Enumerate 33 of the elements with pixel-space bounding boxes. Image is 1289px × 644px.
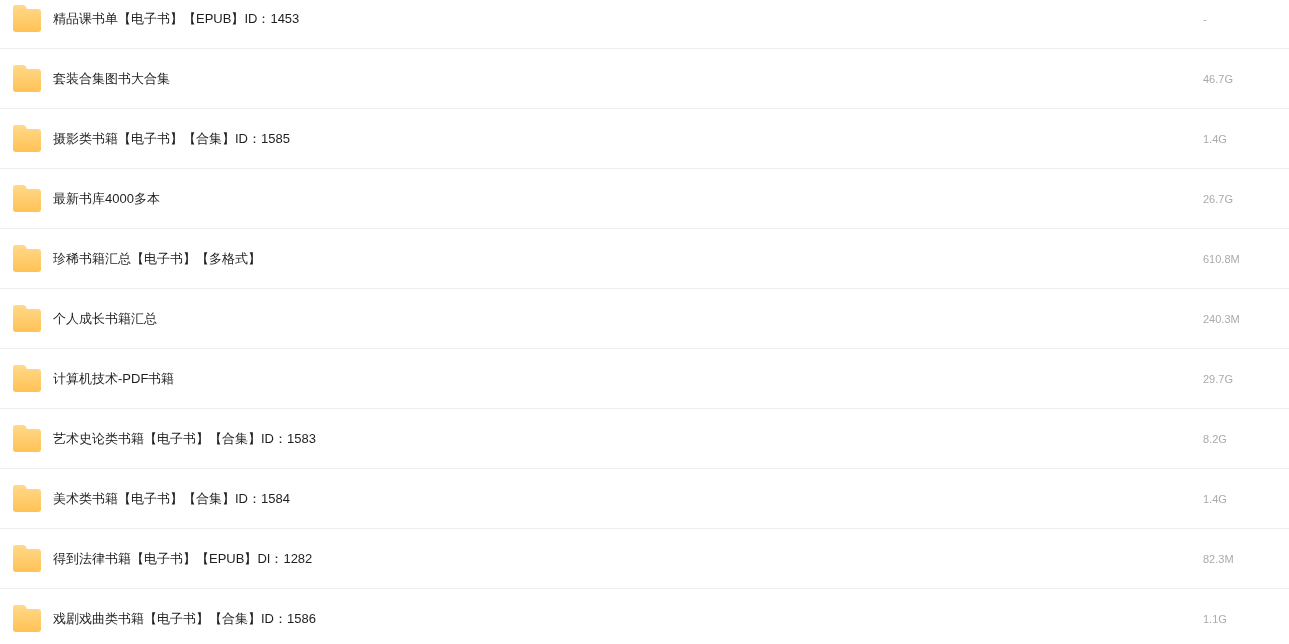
folder-name[interactable]: 计算机技术-PDF书籍 (53, 369, 1203, 388)
folder-size: 8.2G (1203, 432, 1228, 445)
folder-name[interactable]: 个人成长书籍汇总 (53, 309, 1203, 328)
folder-size: 1.4G (1203, 132, 1228, 145)
folder-name[interactable]: 精品课书单【电子书】【EPUB】ID：1453 (53, 9, 1203, 28)
folder-icon (13, 65, 41, 92)
folder-icon (13, 245, 41, 272)
folder-icon (13, 305, 41, 332)
folder-size: 610.8M (1203, 252, 1241, 265)
folder-icon (13, 185, 41, 212)
folder-icon (13, 125, 41, 152)
folder-name[interactable]: 珍稀书籍汇总【电子书】【多格式】 (53, 249, 1203, 268)
folder-icon (13, 605, 41, 632)
folder-name[interactable]: 美术类书籍【电子书】【合集】ID：1584 (53, 489, 1203, 508)
folder-size: - (1203, 12, 1208, 25)
folder-size: 46.7G (1203, 72, 1234, 85)
folder-icon (13, 485, 41, 512)
folder-icon (13, 5, 41, 32)
folder-icon (13, 425, 41, 452)
folder-name[interactable]: 艺术史论类书籍【电子书】【合集】ID：1583 (53, 429, 1203, 448)
folder-name[interactable]: 得到法律书籍【电子书】【EPUB】DI：1282 (53, 549, 1203, 568)
folder-size: 1.1G (1203, 612, 1228, 625)
folder-icon (13, 545, 41, 572)
folder-name[interactable]: 套装合集图书大合集 (53, 69, 1203, 88)
folder-icon (13, 365, 41, 392)
folder-name[interactable]: 最新书库4000多本 (53, 189, 1203, 208)
folder-size: 1.4G (1203, 492, 1228, 505)
folder-size: 29.7G (1203, 372, 1234, 385)
folder-size: 82.3M (1203, 552, 1235, 565)
folder-name[interactable]: 戏剧戏曲类书籍【电子书】【合集】ID：1586 (53, 609, 1203, 628)
folder-size: 240.3M (1203, 312, 1241, 325)
folder-name[interactable]: 摄影类书籍【电子书】【合集】ID：1585 (53, 129, 1203, 148)
folder-size: 26.7G (1203, 192, 1234, 205)
